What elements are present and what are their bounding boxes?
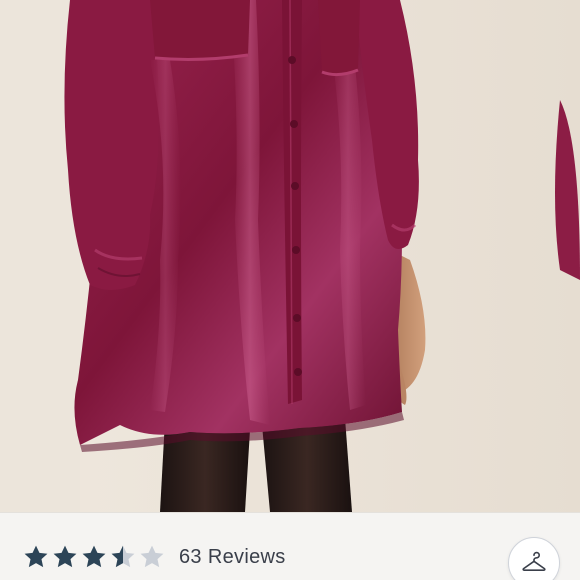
review-label: Reviews (207, 545, 286, 568)
review-count: 63 (179, 545, 202, 568)
hanger-icon (520, 549, 548, 577)
star-icon-full (51, 543, 79, 571)
star-icon-half (109, 543, 137, 571)
product-photo-illustration (0, 0, 580, 512)
star-icon-full (22, 543, 50, 571)
add-to-closet-button[interactable] (508, 537, 560, 580)
star-icon-full (80, 543, 108, 571)
listing-action-bar: 63 Reviews (0, 512, 580, 580)
rating-summary[interactable]: 63 Reviews (22, 543, 286, 571)
listing-frame: 63 Reviews (0, 0, 580, 580)
star-icon-empty (138, 543, 166, 571)
product-photo[interactable] (0, 0, 580, 512)
reviews-link[interactable]: 63 Reviews (179, 546, 286, 569)
